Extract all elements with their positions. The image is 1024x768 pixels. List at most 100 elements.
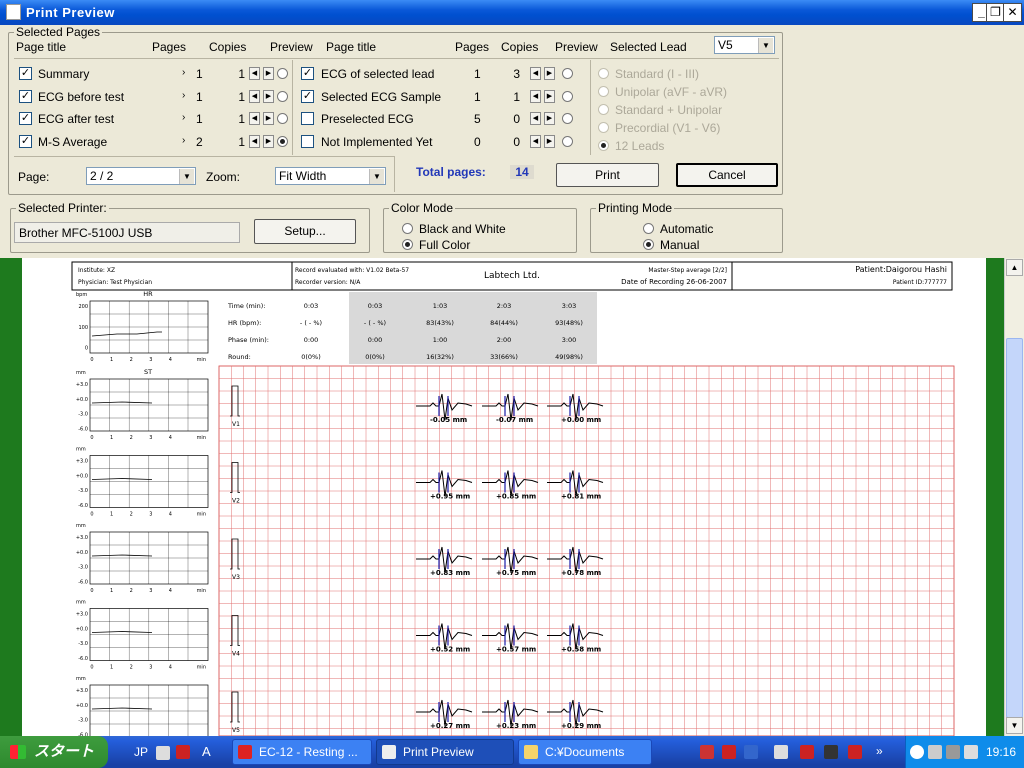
close-button[interactable]: ✕ <box>1003 3 1022 22</box>
lead-option-radio[interactable] <box>598 68 609 79</box>
chevron-right-icon[interactable]: » <box>876 744 883 758</box>
lead-option-radio[interactable] <box>598 122 609 133</box>
table-row-label: Round: <box>228 353 251 361</box>
color_mode-radio[interactable] <box>402 223 413 234</box>
spin-right-icon[interactable]: ▶ <box>544 67 555 80</box>
copies-value[interactable]: 1 <box>213 112 245 127</box>
row-checkbox[interactable] <box>301 134 314 148</box>
row-checkbox[interactable]: ✓ <box>301 67 314 80</box>
scroll-up-button[interactable]: ▲ <box>1006 259 1023 276</box>
copies-value[interactable]: 1 <box>213 89 245 105</box>
preview-radio[interactable] <box>277 68 288 79</box>
row-checkbox[interactable]: ✓ <box>301 89 314 103</box>
preview-radio[interactable] <box>277 113 288 124</box>
scroll-down-button[interactable]: ▼ <box>1006 717 1023 734</box>
task-documents[interactable]: C:¥Documents an... <box>518 739 652 765</box>
color_mode-option-label: Full Color <box>419 238 471 252</box>
vertical-scrollbar[interactable]: ▲ ▼ <box>1004 258 1024 736</box>
zoom-select[interactable]: Fit Width ▼ <box>275 167 386 185</box>
volume-icon[interactable] <box>964 745 978 759</box>
spin-left-icon[interactable]: ◀ <box>249 134 260 148</box>
selected-pages-label: Selected Pages <box>14 25 103 39</box>
spin-right-icon[interactable]: ▶ <box>544 89 555 103</box>
st-plot-xtick: 0 <box>90 588 93 594</box>
row-checkbox[interactable]: ✓ <box>19 67 32 80</box>
color_mode-radio[interactable] <box>402 239 413 250</box>
spin-right-icon[interactable]: ▶ <box>263 89 274 103</box>
preview-radio[interactable] <box>277 90 288 102</box>
printing_mode-radio[interactable] <box>643 223 654 234</box>
spin-left-icon[interactable]: ◀ <box>249 67 260 80</box>
network-icon[interactable] <box>946 745 960 759</box>
keyboard-icon[interactable] <box>156 746 170 760</box>
st-plot-xtick: 0 <box>90 665 93 671</box>
master-step-text: Master-Step average [2/2] <box>648 267 727 274</box>
row-checkbox[interactable]: ✓ <box>19 134 32 148</box>
selected-lead-select[interactable]: V5 ▼ <box>714 36 775 54</box>
quicklaunch-icon-6[interactable] <box>824 745 838 759</box>
spin-right-icon[interactable]: ▶ <box>544 112 555 125</box>
total-pages-value: 14 <box>510 165 534 179</box>
print-button[interactable]: Print <box>556 163 659 187</box>
copies-value[interactable]: 0 <box>488 134 520 150</box>
zoom-label: Zoom: <box>206 170 241 184</box>
st-plot-ytick: -6.0 <box>78 580 88 586</box>
spin-left-icon[interactable]: ◀ <box>530 134 541 148</box>
task-print-preview[interactable]: Print Preview <box>376 739 514 765</box>
row-checkbox[interactable]: ✓ <box>19 112 32 125</box>
pdf-icon[interactable] <box>722 745 736 759</box>
lead-option-radio[interactable] <box>598 104 609 115</box>
row-checkbox[interactable] <box>301 112 314 125</box>
preview-radio[interactable] <box>562 113 573 124</box>
copies-value[interactable]: 0 <box>488 112 520 127</box>
spin-right-icon[interactable]: ▶ <box>263 134 274 148</box>
start-button[interactable]: スタート <box>0 736 108 768</box>
quicklaunch-icon-1[interactable] <box>700 745 714 759</box>
cancel-button[interactable]: Cancel <box>676 163 778 187</box>
row-checkbox[interactable]: ✓ <box>19 89 32 103</box>
printing_mode-radio[interactable] <box>643 239 654 250</box>
title-bar[interactable]: Print Preview _ ❐ ✕ <box>0 0 1024 25</box>
chevron-down-icon[interactable]: ▼ <box>369 169 384 184</box>
date-text: Date of Recording 26-06-2007 <box>621 278 727 286</box>
pdf-icon[interactable] <box>800 745 814 759</box>
preview-radio[interactable] <box>562 135 573 147</box>
printer-group-label: Selected Printer: <box>16 201 109 215</box>
copies-value[interactable]: 1 <box>488 89 520 105</box>
tray-chevron-icon[interactable] <box>910 745 924 759</box>
page-select[interactable]: 2 / 2 ▼ <box>86 167 196 185</box>
copies-value[interactable]: 1 <box>213 134 245 150</box>
quicklaunch-icon-3[interactable] <box>744 745 758 759</box>
preview-radio[interactable] <box>562 68 573 79</box>
chevron-down-icon[interactable]: ▼ <box>758 38 773 53</box>
lead-option-radio[interactable] <box>598 86 609 97</box>
table-cell: 49(98%) <box>555 353 583 361</box>
spin-left-icon[interactable]: ◀ <box>530 67 541 80</box>
setup-button[interactable]: Setup... <box>254 219 356 244</box>
spin-left-icon[interactable]: ◀ <box>249 112 260 125</box>
language-indicator[interactable]: JP <box>134 745 148 759</box>
printer-tray-icon[interactable] <box>928 745 942 759</box>
spin-left-icon[interactable]: ◀ <box>530 89 541 103</box>
copies-value[interactable]: 3 <box>488 67 520 82</box>
spin-right-icon[interactable]: ▶ <box>263 67 274 80</box>
preview-radio[interactable] <box>277 135 288 147</box>
ime-icon[interactable] <box>176 745 190 759</box>
table-cell: 0:00 <box>368 336 383 344</box>
spin-right-icon[interactable]: ▶ <box>263 112 274 125</box>
scroll-thumb[interactable] <box>1006 338 1023 718</box>
st-plot-ytick: -3.0 <box>78 641 88 647</box>
copies-value[interactable]: 1 <box>213 67 245 82</box>
printing_mode-option-label: Automatic <box>660 222 714 236</box>
spin-left-icon[interactable]: ◀ <box>249 89 260 103</box>
spin-right-icon[interactable]: ▶ <box>544 134 555 148</box>
quicklaunch-icon-4[interactable] <box>774 745 788 759</box>
chevron-down-icon[interactable]: ▼ <box>179 169 194 184</box>
task-ec12[interactable]: EC-12 - Resting ... <box>232 739 372 765</box>
spin-left-icon[interactable]: ◀ <box>530 112 541 125</box>
preview-radio[interactable] <box>562 90 573 102</box>
lead-option-radio[interactable] <box>598 140 609 151</box>
st-value: +0.27 mm <box>430 722 470 730</box>
pdf-icon[interactable] <box>848 745 862 759</box>
ime-mode-icon[interactable]: A <box>202 744 211 759</box>
